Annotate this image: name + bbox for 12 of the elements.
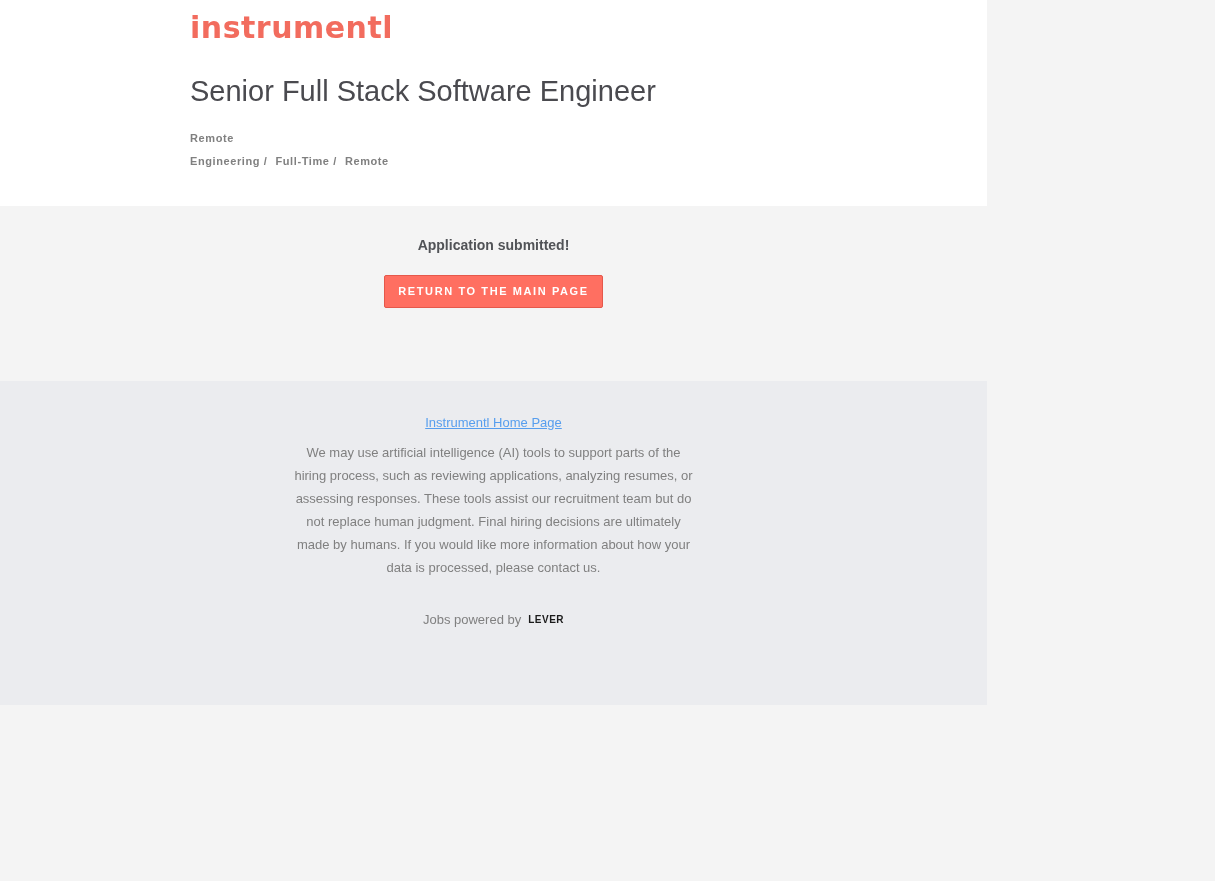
job-category: Engineering / <box>190 154 268 168</box>
confirmation-message: Application submitted! <box>417 236 570 254</box>
lever-logo[interactable]: LEVER <box>528 614 565 625</box>
company-logo[interactable]: instrumentl <box>190 12 394 44</box>
powered-by-text: Jobs powered by <box>422 612 522 627</box>
job-location: Remote <box>190 131 234 145</box>
home-page-link[interactable]: Instrumentl Home Page <box>425 414 562 432</box>
ai-notice: We may use artificial intelligence (AI) tools to support parts of the hiring process, such as reviewing applications, analyzing resumes, or assessing responses. These tools assist our recruitment team but do not replace human judgment. Final hiring decisions are ultimately made by humans. If you would like more information about how your data is processed, please contact us. <box>293 444 694 577</box>
job-category: Remote <box>344 154 389 168</box>
job-title: Senior Full Stack Software Engineer <box>190 74 656 109</box>
job-category: Full-Time / <box>275 154 337 168</box>
return-button[interactable]: RETURN TO THE MAIN PAGE <box>384 275 603 308</box>
